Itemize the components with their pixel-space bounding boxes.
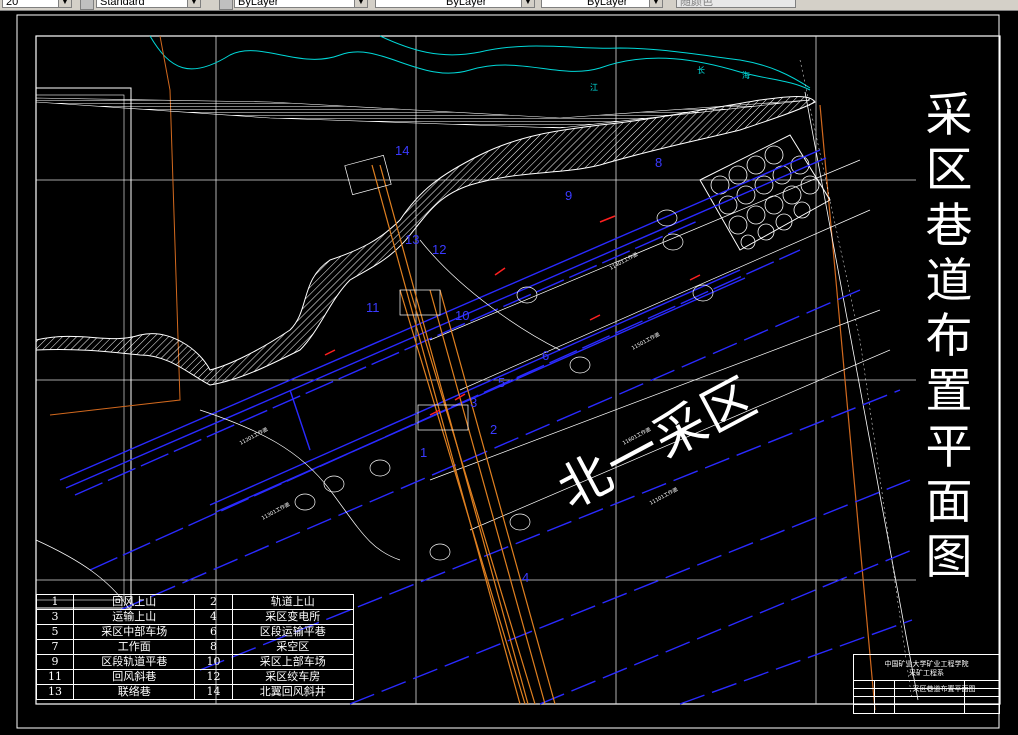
title-block: 中国矿业大学矿业工程学院 采矿工程系 采区巷道布置平面图 xyxy=(853,654,1000,714)
chevron-down-icon[interactable]: ▼ xyxy=(521,0,534,7)
title-char: 巷 xyxy=(925,198,973,254)
title-block-drawing-name: 采区巷道布置平面图 xyxy=(912,685,976,693)
plotstyle-value: 随颜色 xyxy=(680,0,713,8)
legend-num: 10 xyxy=(194,654,233,670)
plotstyle-dropdown: 随颜色 xyxy=(676,0,796,8)
callout-1: 1 xyxy=(420,445,428,460)
legend-row: 5 采区中部车场 6 区段运输平巷 xyxy=(35,624,355,640)
callout-13: 13 xyxy=(405,232,420,247)
drawing-canvas[interactable]: 江 长 海 14 13 12 11 10 9 8 6 5 3 2 1 4 112… xyxy=(0,10,1018,735)
legend-num: 9 xyxy=(35,654,75,670)
drawing-title: 采 区 巷 道 布 置 平 面 图 xyxy=(916,88,982,586)
legend-text: 工作面 xyxy=(73,639,196,655)
river-label-1: 江 xyxy=(590,83,598,92)
legend-num: 5 xyxy=(35,624,75,640)
legend-text: 采空区 xyxy=(231,639,355,655)
legend-num: 14 xyxy=(194,684,233,700)
callout-6: 6 xyxy=(542,348,550,363)
callout-11: 11 xyxy=(366,300,380,315)
callout-3: 3 xyxy=(470,395,478,410)
legend-text: 轨道上山 xyxy=(231,594,355,610)
legend-num: 4 xyxy=(194,609,233,625)
legend-text: 回风上山 xyxy=(73,594,196,610)
title-char: 置 xyxy=(925,364,973,420)
layer-dropdown[interactable]: 20 ▼ xyxy=(2,0,72,8)
legend-num: 2 xyxy=(194,594,233,610)
legend-text: 采区中部车场 xyxy=(73,624,196,640)
title-block-divider xyxy=(854,696,999,697)
legend-text: 联络巷 xyxy=(73,684,196,700)
callout-10: 10 xyxy=(455,308,470,323)
legend-text: 北翼回风斜井 xyxy=(231,684,355,700)
chevron-down-icon[interactable]: ▼ xyxy=(649,0,662,7)
title-char: 布 xyxy=(925,309,973,365)
lineweight-value: ByLayer xyxy=(587,0,628,8)
goaf-area xyxy=(699,134,831,251)
legend-text: 运输上山 xyxy=(73,609,196,625)
legend-text: 采区绞车房 xyxy=(231,669,355,685)
legend-table: 1 回风上山 2 轨道上山 3 运输上山 4 采区变电所 5 采区中部车场 6 区段运输平巷 7工… xyxy=(35,594,355,700)
legend-row: 3 运输上山 4 采区变电所 xyxy=(35,609,355,625)
legend-num: 13 xyxy=(35,684,75,700)
chevron-down-icon[interactable]: ▼ xyxy=(354,0,367,7)
legend-row: 13 联络巷 14 北翼回风斜井 xyxy=(35,684,355,700)
title-char: 区 xyxy=(925,143,973,199)
title-block-divider xyxy=(874,680,875,714)
callout-4: 4 xyxy=(522,570,530,585)
text-style-value: Standard xyxy=(100,0,145,8)
legend-num: 3 xyxy=(35,609,75,625)
legend-text: 区段运输平巷 xyxy=(231,624,355,640)
layer-value: 20 xyxy=(6,0,19,8)
callout-12: 12 xyxy=(432,242,447,257)
title-char: 平 xyxy=(925,419,973,475)
river-edge-north xyxy=(149,35,811,91)
river-label-3: 海 xyxy=(742,71,750,80)
legend-text: 采区变电所 xyxy=(231,609,355,625)
text-style-dropdown[interactable]: Standard ▼ xyxy=(96,0,201,8)
chevron-down-icon[interactable]: ▼ xyxy=(187,0,200,7)
linetype-value: ByLayer xyxy=(446,0,487,8)
legend-text: 区段轨道平巷 xyxy=(73,654,196,670)
callout-14: 14 xyxy=(395,143,410,158)
callout-5: 5 xyxy=(498,375,506,390)
legend-text: 回风斜巷 xyxy=(73,669,196,685)
title-block-divider xyxy=(854,704,999,705)
color-value: ByLayer xyxy=(238,0,279,8)
river-label-2: 长 xyxy=(697,66,705,75)
title-block-divider xyxy=(854,680,999,681)
legend-row: 1 回风上山 2 轨道上山 xyxy=(35,594,355,610)
legend-num: 1 xyxy=(35,594,75,610)
callout-9: 9 xyxy=(565,188,573,203)
text-style-icon[interactable] xyxy=(80,0,94,10)
linetype-dropdown[interactable]: ByLayer ▼ xyxy=(375,0,535,8)
callout-8: 8 xyxy=(655,155,663,170)
chevron-down-icon[interactable]: ▼ xyxy=(58,0,71,7)
color-swatch-icon[interactable] xyxy=(219,0,233,10)
legend-row: 11 回风斜巷 12 采区绞车房 xyxy=(35,669,355,685)
legend-num: 7 xyxy=(35,639,75,655)
legend-num: 6 xyxy=(194,624,233,640)
legend-num: 11 xyxy=(35,669,75,685)
callout-2: 2 xyxy=(490,422,498,437)
title-block-dept: 采矿工程系 xyxy=(909,669,944,677)
title-char: 道 xyxy=(925,253,973,309)
title-char: 图 xyxy=(925,530,973,586)
lineweight-dropdown[interactable]: ByLayer ▼ xyxy=(541,0,663,8)
legend-row: 9 区段轨道平巷 10 采区上部车场 xyxy=(35,654,355,670)
title-block-school: 中国矿业大学矿业工程学院 xyxy=(884,660,969,668)
mining-boundary-east xyxy=(819,104,876,711)
title-char: 采 xyxy=(925,88,973,143)
legend-num: 8 xyxy=(194,639,233,655)
legend-text: 采区上部车场 xyxy=(231,654,355,670)
color-dropdown[interactable]: ByLayer ▼ xyxy=(234,0,368,8)
title-char: 面 xyxy=(925,475,973,531)
legend-row: 7 工作面 8 采空区 xyxy=(35,639,355,655)
legend-num: 12 xyxy=(194,669,233,685)
